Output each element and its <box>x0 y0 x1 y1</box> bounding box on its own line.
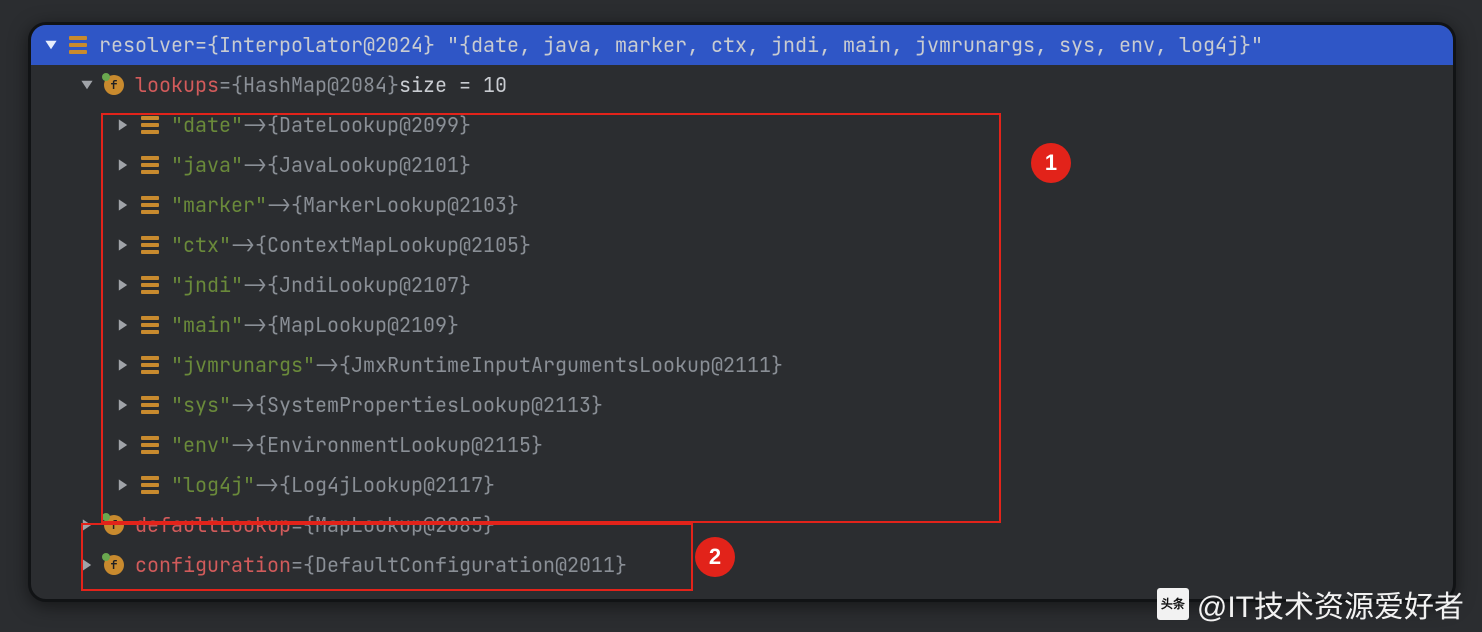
var-value: {DefaultConfiguration@2011} <box>303 552 627 578</box>
entry-key: "jvmrunargs" <box>171 352 315 378</box>
object-icon <box>139 235 161 255</box>
object-icon <box>67 35 89 55</box>
tree-row-entry[interactable]: "jndi" -> {JndiLookup@2107} <box>31 265 1453 305</box>
entry-value: {ContextMapLookup@2105} <box>255 232 531 258</box>
field-icon: f <box>103 75 125 95</box>
object-icon <box>139 315 161 335</box>
arrow-text: -> <box>231 432 255 458</box>
equals-text: = <box>195 32 207 58</box>
tree-row-entry[interactable]: "jvmrunargs" -> {JmxRuntimeInputArgument… <box>31 345 1453 385</box>
entry-key: "marker" <box>171 192 267 218</box>
field-icon: f <box>103 515 125 535</box>
collapse-arrow-icon[interactable] <box>111 433 135 457</box>
tree-row-field[interactable]: f configuration = {DefaultConfiguration@2… <box>31 545 1453 585</box>
annotation-badge-2: 2 <box>695 537 735 577</box>
watermark-text: @IT技术资源爱好者 <box>1197 582 1464 626</box>
entry-value: {JndiLookup@2107} <box>267 272 471 298</box>
object-icon <box>139 115 161 135</box>
var-name: configuration <box>135 552 291 578</box>
tree-row-entry[interactable]: "marker" -> {MarkerLookup@2103} <box>31 185 1453 225</box>
entry-key: "jndi" <box>171 272 243 298</box>
entry-key: "main" <box>171 312 243 338</box>
arrow-text: -> <box>243 312 267 338</box>
entry-key: "env" <box>171 432 231 458</box>
entry-value: {MapLookup@2109} <box>267 312 459 338</box>
collapse-arrow-icon[interactable] <box>111 473 135 497</box>
arrow-text: -> <box>231 232 255 258</box>
var-name: defaultLookup <box>135 512 291 538</box>
var-type: {Interpolator@2024} <box>207 32 435 58</box>
tree-row-entry[interactable]: "sys" -> {SystemPropertiesLookup@2113} <box>31 385 1453 425</box>
tree-row-field[interactable]: f defaultLookup = {MapLookup@2085} <box>31 505 1453 545</box>
debugger-variables-panel: resolver = {Interpolator@2024} "{date, j… <box>28 22 1456 602</box>
collapse-arrow-icon[interactable] <box>75 513 99 537</box>
var-name: lookups <box>135 72 219 98</box>
entry-key: "ctx" <box>171 232 231 258</box>
collapse-arrow-icon[interactable] <box>111 113 135 137</box>
entry-value: {EnvironmentLookup@2115} <box>255 432 543 458</box>
entry-value: {JmxRuntimeInputArgumentsLookup@2111} <box>339 352 783 378</box>
entry-value: {DateLookup@2099} <box>267 112 471 138</box>
arrow-text: -> <box>231 392 255 418</box>
tree-row-entry[interactable]: "date" -> {DateLookup@2099} <box>31 105 1453 145</box>
var-value-text: "{date, java, marker, ctx, jndi, main, j… <box>447 32 1263 58</box>
collapse-arrow-icon[interactable] <box>111 313 135 337</box>
lookups-entries: "date" -> {DateLookup@2099}"java" -> {Ja… <box>31 105 1453 505</box>
arrow-text: -> <box>267 192 291 218</box>
arrow-text: -> <box>243 112 267 138</box>
expand-arrow-icon[interactable] <box>75 73 99 97</box>
expand-arrow-icon[interactable] <box>39 33 63 57</box>
field-icon: f <box>103 555 125 575</box>
equals-text: = <box>291 552 303 578</box>
tree-row-entry[interactable]: "env" -> {EnvironmentLookup@2115} <box>31 425 1453 465</box>
arrow-text: -> <box>243 152 267 178</box>
annotation-badge-1: 1 <box>1031 143 1071 183</box>
entry-value: {Log4jLookup@2117} <box>279 472 495 498</box>
entry-key: "java" <box>171 152 243 178</box>
object-icon <box>139 355 161 375</box>
object-icon <box>139 155 161 175</box>
entry-key: "log4j" <box>171 472 255 498</box>
entry-value: {MarkerLookup@2103} <box>291 192 519 218</box>
watermark: 头条 @IT技术资源爱好者 <box>1157 582 1464 626</box>
var-name: resolver <box>99 32 195 58</box>
collapse-arrow-icon[interactable] <box>111 353 135 377</box>
object-icon <box>139 435 161 455</box>
var-type: {HashMap@2084} <box>231 72 399 98</box>
equals-text: = <box>219 72 231 98</box>
watermark-logo-icon: 头条 <box>1157 588 1189 620</box>
entry-key: "sys" <box>171 392 231 418</box>
collapse-arrow-icon[interactable] <box>111 273 135 297</box>
arrow-text: -> <box>315 352 339 378</box>
entry-key: "date" <box>171 112 243 138</box>
object-icon <box>139 475 161 495</box>
object-icon <box>139 275 161 295</box>
arrow-text: -> <box>243 272 267 298</box>
collapse-arrow-icon[interactable] <box>111 233 135 257</box>
collapse-arrow-icon[interactable] <box>111 193 135 217</box>
var-value <box>435 32 447 58</box>
collapse-arrow-icon[interactable] <box>111 153 135 177</box>
entry-value: {JavaLookup@2101} <box>267 152 471 178</box>
var-value: {MapLookup@2085} <box>303 512 495 538</box>
object-icon <box>139 195 161 215</box>
collapse-arrow-icon[interactable] <box>75 553 99 577</box>
sibling-fields: f defaultLookup = {MapLookup@2085} fconfig… <box>31 505 1453 585</box>
tree-row-entry[interactable]: "ctx" -> {ContextMapLookup@2105} <box>31 225 1453 265</box>
object-icon <box>139 395 161 415</box>
equals-text: = <box>291 512 303 538</box>
tree-row-lookups[interactable]: f lookups = {HashMap@2084} size = 10 <box>31 65 1453 105</box>
tree-row-entry[interactable]: "log4j" -> {Log4jLookup@2117} <box>31 465 1453 505</box>
arrow-text: -> <box>255 472 279 498</box>
tree-row-entry[interactable]: "main" -> {MapLookup@2109} <box>31 305 1453 345</box>
collapse-arrow-icon[interactable] <box>111 393 135 417</box>
tree-row-entry[interactable]: "java" -> {JavaLookup@2101} <box>31 145 1453 185</box>
size-text: size = 10 <box>399 72 507 98</box>
entry-value: {SystemPropertiesLookup@2113} <box>255 392 603 418</box>
tree-row-resolver[interactable]: resolver = {Interpolator@2024} "{date, j… <box>31 25 1453 65</box>
